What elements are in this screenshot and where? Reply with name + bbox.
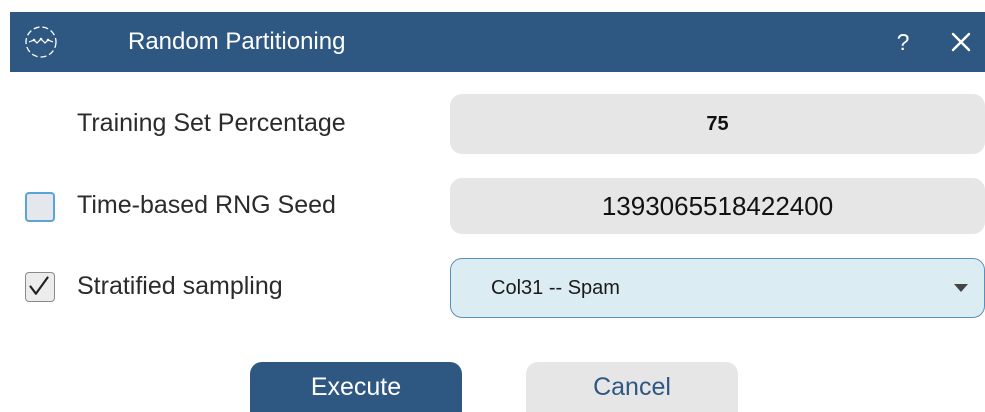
training-set-label: Training Set Percentage: [77, 109, 346, 137]
chevron-down-icon: [954, 284, 968, 292]
close-icon[interactable]: [945, 26, 977, 58]
dialog-title: Random Partitioning: [128, 28, 346, 55]
cancel-button[interactable]: Cancel: [526, 362, 738, 412]
stratified-sampling-label: Stratified sampling: [77, 272, 283, 300]
app-logo-icon: [25, 26, 57, 58]
checkmark-icon: [29, 276, 49, 295]
stratified-sampling-checkbox[interactable]: [25, 272, 55, 302]
help-button[interactable]: ?: [888, 12, 918, 72]
training-set-percentage-input[interactable]: 75: [450, 94, 985, 154]
time-based-seed-label: Time-based RNG Seed: [77, 191, 336, 219]
stratify-column-select[interactable]: Col31 -- Spam: [450, 258, 985, 318]
rng-seed-input[interactable]: 1393065518422400: [450, 178, 985, 234]
stratify-column-value: Col31 -- Spam: [491, 277, 620, 299]
execute-button[interactable]: Execute: [250, 362, 462, 412]
time-based-seed-checkbox[interactable]: [25, 192, 55, 222]
dialog-titlebar: Random Partitioning ?: [10, 12, 985, 72]
